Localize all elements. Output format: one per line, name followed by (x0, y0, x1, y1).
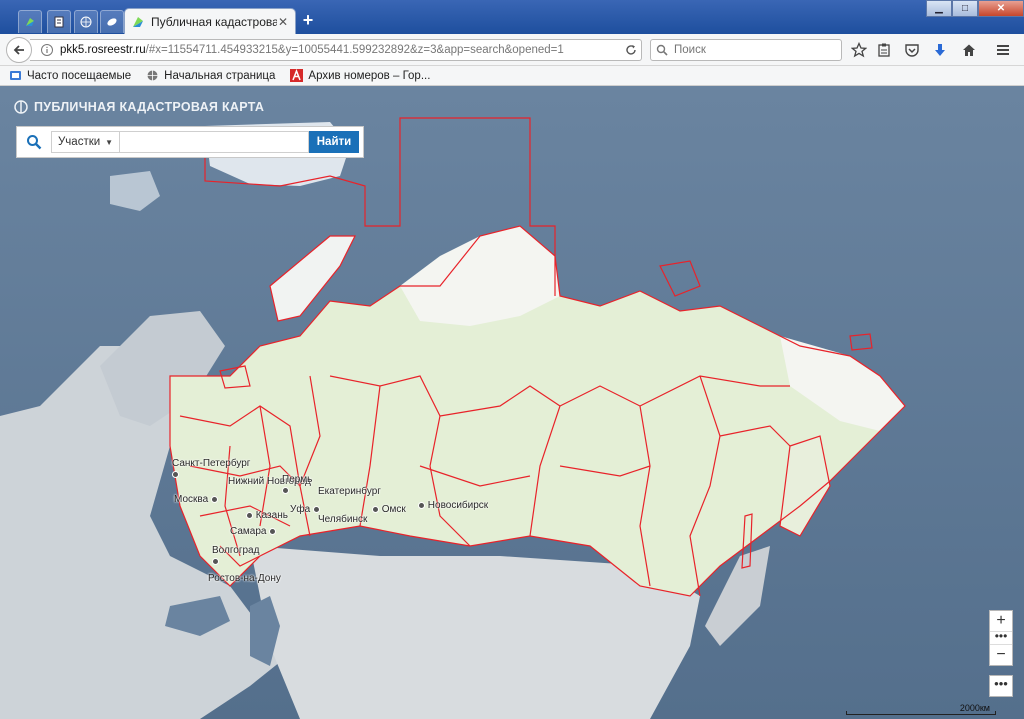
search-toggle-button[interactable] (17, 127, 51, 157)
city-marker-icon (372, 505, 379, 513)
city-marker-icon (210, 495, 218, 503)
rosreestr-icon (26, 18, 34, 26)
document-icon (54, 16, 64, 28)
city-marker-icon (172, 470, 179, 478)
rosreestr-favicon-icon (133, 16, 143, 27)
city-label[interactable]: Волгоград (212, 545, 259, 567)
cadastral-map[interactable]: ПУБЛИЧНАЯ КАДАСТРОВАЯ КАРТА Участки ▼ На… (0, 86, 1024, 719)
url-text: pkk5.rosreestr.ru/#x=11554711.454933215&… (60, 44, 621, 56)
city-marker-icon (246, 511, 253, 519)
city-label[interactable]: Уфа (290, 504, 320, 515)
hamburger-icon (997, 45, 1009, 55)
zoom-level-indicator[interactable]: ••• (990, 630, 1012, 645)
scale-bar (846, 711, 996, 715)
home-icon (963, 44, 975, 56)
map-canvas[interactable] (0, 86, 1024, 719)
home-button[interactable] (960, 41, 978, 59)
pinned-tab-2[interactable] (47, 10, 71, 33)
pocket-button[interactable] (903, 41, 921, 59)
letter-a-icon (289, 69, 303, 83)
search-type-label: Участки (58, 136, 101, 148)
city-marker-icon (269, 527, 277, 535)
pocket-icon (905, 44, 919, 57)
magnifier-icon (27, 135, 42, 150)
ellipsis-icon[interactable]: ••• (989, 675, 1013, 697)
url-rest: /#x=11554711.454933215&y=10055441.599232… (145, 44, 564, 56)
menu-button[interactable] (994, 41, 1012, 59)
map-title: ПУБЛИЧНАЯ КАДАСТРОВАЯ КАРТА (34, 100, 265, 114)
minus-icon[interactable]: − (990, 645, 1012, 665)
map-header: ПУБЛИЧНАЯ КАДАСТРОВАЯ КАРТА (14, 100, 264, 114)
globe-icon (80, 16, 92, 28)
plus-icon[interactable]: + (990, 611, 1012, 631)
bookmark-label: Часто посещаемые (27, 69, 132, 82)
globe-icon (145, 69, 159, 83)
back-arrow-icon (13, 45, 24, 55)
tab-close-icon[interactable]: ✕ (277, 16, 289, 28)
search-icon (656, 44, 668, 56)
city-label[interactable]: Челябинск (318, 514, 367, 525)
find-button[interactable]: Найти (309, 131, 359, 153)
bookmark-star-button[interactable] (850, 41, 868, 59)
tab-title: Публичная кадастровая... (151, 14, 277, 29)
url-bar[interactable]: pkk5.rosreestr.ru/#x=11554711.454933215&… (30, 39, 642, 61)
city-marker-icon (212, 557, 219, 565)
search-type-dropdown[interactable]: Участки ▼ (51, 131, 121, 153)
browser-search-input[interactable] (672, 43, 841, 57)
close-window-button[interactable]: ✕ (978, 0, 1024, 17)
window-controls: ▁ □ ✕ (926, 0, 1024, 17)
city-label[interactable]: Самара (230, 526, 277, 537)
back-button[interactable] (6, 37, 32, 63)
downloads-button[interactable] (931, 41, 949, 59)
pinned-tab-1[interactable] (18, 10, 42, 33)
chevron-down-icon: ▼ (105, 137, 114, 147)
clipboard-icon (878, 43, 890, 57)
bookmark-archive[interactable]: Архив номеров – Гор... (289, 69, 430, 83)
cadastral-search-input[interactable] (120, 131, 309, 153)
minimize-button[interactable]: ▁ (926, 0, 952, 17)
city-label[interactable]: Ростов-на-Дону (208, 573, 281, 584)
browser-search-bar[interactable] (650, 39, 842, 61)
window-titlebar: Публичная кадастровая... ✕ + ▁ □ ✕ (0, 0, 1024, 34)
reload-icon (626, 45, 636, 55)
reading-list-button[interactable] (875, 41, 893, 59)
leaf-icon (107, 18, 117, 26)
reload-button[interactable] (621, 40, 641, 60)
cadastral-search-panel: Участки ▼ Найти (16, 126, 364, 158)
star-icon (851, 42, 867, 58)
city-label[interactable]: Новосибирск (418, 500, 488, 511)
info-icon (41, 44, 53, 56)
bookmark-label: Начальная страница (164, 69, 276, 82)
zoom-controls: + ••• − (989, 610, 1013, 666)
city-label[interactable]: Екатеринбург (318, 486, 381, 497)
city-marker-icon (312, 505, 320, 513)
city-label[interactable]: Омск (372, 504, 406, 515)
navigation-bar: pkk5.rosreestr.ru/#x=11554711.454933215&… (0, 34, 1024, 66)
city-marker-icon (282, 486, 289, 494)
maximize-button[interactable]: □ (952, 0, 978, 17)
bookmark-start-page[interactable]: Начальная страница (145, 69, 275, 83)
city-label[interactable]: Москва (174, 494, 218, 505)
bookmark-most-visited[interactable]: Часто посещаемые (8, 69, 131, 83)
bookmark-label: Архив номеров – Гор... (308, 69, 431, 82)
folder-icon (8, 69, 22, 83)
url-host: pkk5.rosreestr.ru (60, 44, 146, 56)
download-arrow-icon (935, 44, 945, 56)
pinned-tab-4[interactable] (100, 10, 124, 33)
new-tab-button[interactable]: + (300, 11, 316, 29)
rosreestr-logo-icon (14, 100, 28, 114)
city-label[interactable]: Пермь (282, 474, 312, 496)
city-label[interactable]: Казань (246, 510, 288, 521)
city-marker-icon (418, 501, 425, 509)
bookmarks-toolbar: Часто посещаемые Начальная страница Архи… (0, 66, 1024, 86)
tab-pkk[interactable]: Публичная кадастровая... ✕ (124, 8, 296, 34)
pinned-tab-3[interactable] (74, 10, 98, 33)
